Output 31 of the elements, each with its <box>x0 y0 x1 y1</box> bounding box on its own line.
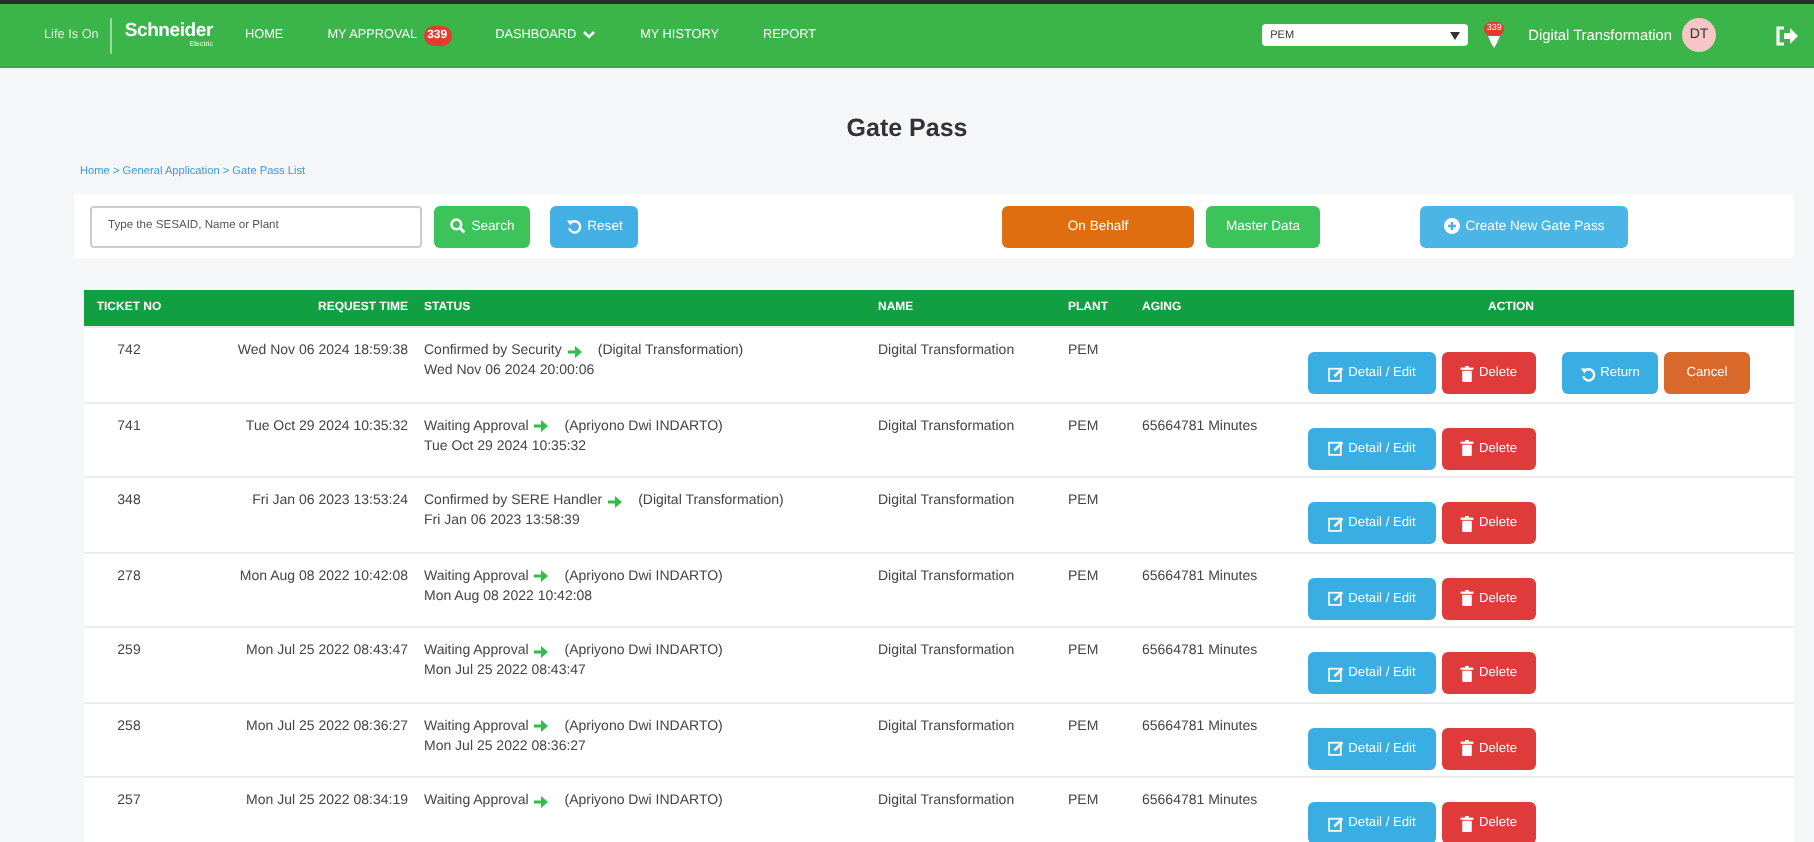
trash-icon <box>1460 815 1475 831</box>
arrow-right-icon <box>534 795 549 807</box>
edit-icon <box>1328 665 1345 681</box>
edit-icon <box>1328 365 1345 381</box>
arrow-right-icon <box>567 345 582 357</box>
arrow-right-icon <box>534 720 549 732</box>
page-title: Gate Pass <box>844 114 970 142</box>
arrow-right-icon <box>608 495 623 507</box>
trash-icon <box>1460 440 1475 456</box>
brand-logo[interactable]: Schneider <box>124 22 213 40</box>
edit-icon <box>1328 740 1345 756</box>
trash-icon <box>1460 740 1475 756</box>
notification-icon[interactable] <box>1486 35 1503 48</box>
arrow-right-icon <box>534 645 549 657</box>
caret-icon <box>1450 31 1461 39</box>
chevron-down-icon <box>582 30 597 40</box>
plus-circle-icon <box>1443 218 1460 234</box>
edit-icon <box>1328 815 1345 831</box>
trash-icon <box>1460 665 1475 681</box>
edit-icon <box>1328 515 1345 531</box>
edit-icon <box>1328 590 1345 606</box>
trash-icon <box>1460 365 1475 381</box>
undo-icon <box>1580 365 1597 381</box>
arrow-right-icon <box>534 570 549 582</box>
trash-icon <box>1460 590 1475 606</box>
arrow-right-icon <box>534 420 549 432</box>
logout-icon[interactable] <box>1776 25 1798 45</box>
undo-icon <box>565 218 582 234</box>
search-icon <box>449 218 466 234</box>
edit-icon <box>1328 440 1345 456</box>
trash-icon <box>1460 515 1475 531</box>
